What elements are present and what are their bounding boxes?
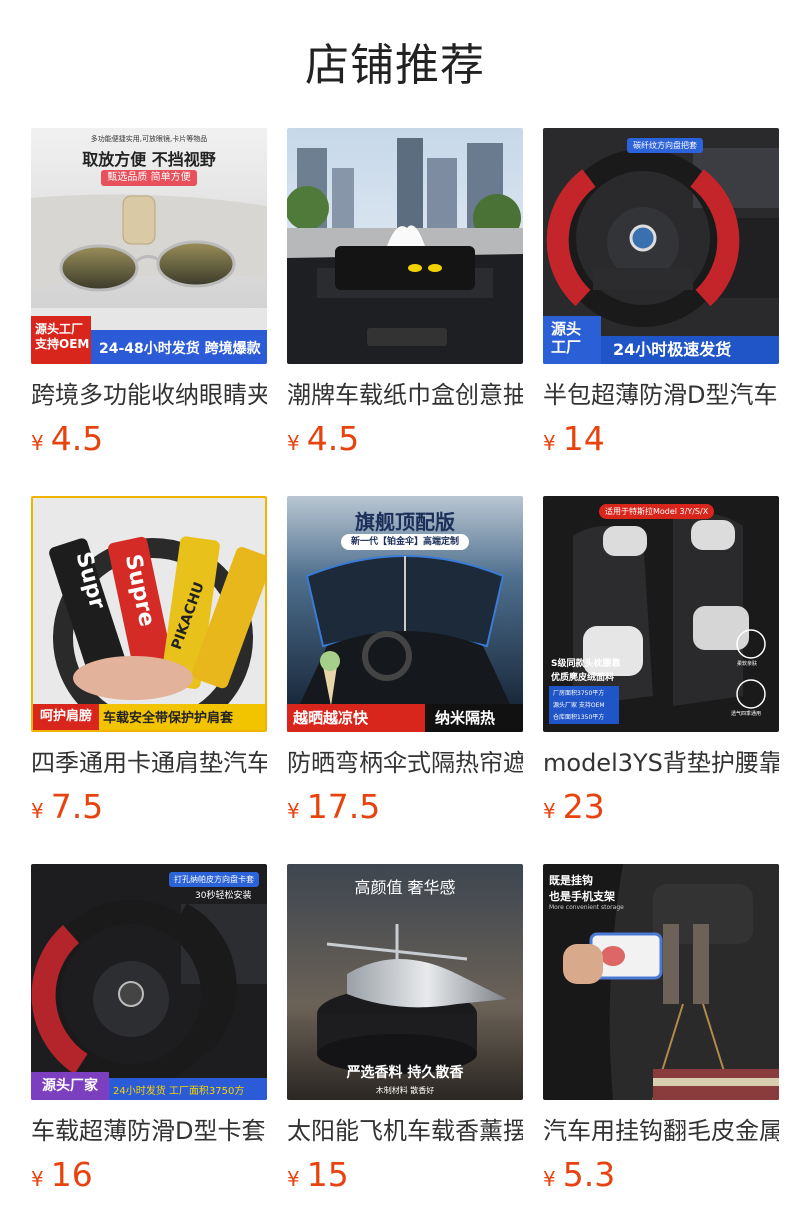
product-image[interactable]: 旗舰顶配版 新一代【铂金伞】高端定制 越晒越凉快 纳米隔热 (287, 496, 523, 732)
product-image[interactable]: 打孔纳帕皮方向盘卡套 30秒轻松安装 源头厂家 24小时发货 工厂面积3750方 (31, 864, 267, 1100)
product-price: ¥4.5 (31, 419, 267, 465)
price-value: 23 (562, 787, 605, 826)
product-name[interactable]: 半包超薄防滑D型汽车方向盘套 (543, 378, 779, 412)
product-name[interactable]: model3YS背垫护腰靠头枕 (543, 746, 779, 780)
image-subtitle: 30秒轻松安装 (195, 891, 252, 901)
product-card[interactable]: 适用于特斯拉Model 3/Y/S/X S级同款头枕腰靠 优质麂皮绒面料 厂房面… (543, 496, 779, 833)
image-headline: 取放方便 不挡视野 (82, 150, 216, 169)
product-card[interactable]: 既是挂钩 也是手机支架 More convenient storage 汽车用挂… (543, 864, 779, 1201)
product-price: ¥16 (31, 1155, 267, 1201)
image-headline: 高颜值 奢华感 (354, 878, 456, 897)
product-price: ¥5.3 (543, 1155, 779, 1201)
image-band-text: 24小时发货 工厂面积3750方 (113, 1086, 245, 1097)
price-value: 15 (306, 1155, 349, 1194)
product-image[interactable]: 碳纤纹方向盘把套 源头 工厂 24小时极速发货 (543, 128, 779, 364)
image-band-text: 24小时极速发货 (613, 340, 732, 359)
price-value: 14 (562, 419, 605, 458)
product-card[interactable]: 高颜值 奢华感 严选香料 持久散香 木制材料 散香好 太阳能飞机车载香薰摆件 ¥… (287, 864, 523, 1201)
image-headline: 既是挂钩 (549, 874, 593, 887)
currency-symbol: ¥ (31, 431, 44, 455)
product-price: ¥14 (543, 419, 779, 465)
cotton-icon: 柔软亲肤 (737, 661, 758, 667)
currency-symbol: ¥ (31, 799, 44, 823)
info-line: 厂房面积3750平方 (553, 690, 605, 697)
image-pill: 打孔纳帕皮方向盘卡套 (169, 872, 259, 887)
currency-symbol: ¥ (287, 1167, 300, 1191)
currency-symbol: ¥ (287, 799, 300, 823)
image-badge: 源头 工厂 (543, 316, 601, 364)
product-card[interactable]: 打孔纳帕皮方向盘卡套 30秒轻松安装 源头厂家 24小时发货 工厂面积3750方… (31, 864, 267, 1201)
image-badge: 源头厂家 (31, 1072, 109, 1100)
currency-symbol: ¥ (31, 1167, 44, 1191)
page-title: 店铺推荐 (305, 40, 485, 91)
image-pill: 新一代【铂金伞】高端定制 (341, 534, 469, 550)
image-band-text: 车载安全带保护护肩套 (103, 711, 234, 726)
product-card[interactable]: 旗舰顶配版 新一代【铂金伞】高端定制 越晒越凉快 纳米隔热 防晒弯柄伞式隔热帘遮… (287, 496, 523, 833)
price-value: 17.5 (306, 787, 381, 826)
price-value: 4.5 (306, 419, 360, 458)
image-line: 优质麂皮绒面料 (551, 673, 615, 683)
product-image[interactable]: Supr Supre PIKACHU 呵护肩膀 车载安全带保护护肩套 (31, 496, 267, 732)
product-name[interactable]: 四季通用卡通肩垫汽车安全带护肩套 (31, 746, 267, 780)
image-band-right: 纳米隔热 (435, 709, 496, 727)
product-card[interactable]: 潮牌车载纸巾盒创意抽纸盒 ¥4.5 (287, 128, 523, 465)
currency-symbol: ¥ (543, 1167, 556, 1191)
image-line: S级同款头枕腰靠 (551, 659, 621, 669)
product-name[interactable]: 车载超薄防滑D型卡套方向盘套 (31, 1114, 267, 1148)
image-subtitle: More convenient storage (549, 904, 624, 911)
image-badge: 源头工厂 支持OEM (31, 316, 91, 364)
product-price: ¥17.5 (287, 787, 523, 833)
product-price: ¥7.5 (31, 787, 267, 833)
price-value: 4.5 (50, 419, 104, 458)
image-headline: 也是手机支架 (549, 890, 615, 903)
image-pill: 甄选品质 简单方便 (101, 170, 197, 186)
image-headline: 旗舰顶配版 (355, 510, 455, 534)
product-name[interactable]: 防晒弯柄伞式隔热帘遮阳伞 (287, 746, 523, 780)
breathable-icon: 透气四季通用 (731, 711, 762, 717)
product-name[interactable]: 跨境多功能收纳眼睛夹 (31, 378, 267, 412)
product-name[interactable]: 汽车用挂钩翻毛皮金属椅背挂钩 (543, 1114, 779, 1148)
image-caption: 多功能便捷实用,可放眼镜,卡片等物品 (90, 135, 208, 143)
image-subtitle: 木制材料 散香好 (375, 1086, 435, 1095)
product-price: ¥4.5 (287, 419, 523, 465)
image-pill: 碳纤纹方向盘把套 (627, 138, 703, 153)
product-card[interactable]: 多功能便捷实用,可放眼镜,卡片等物品 取放方便 不挡视野 甄选品质 简单方便 源… (31, 128, 267, 465)
info-line: 源头厂家 支持OEM (553, 702, 605, 709)
product-price: ¥15 (287, 1155, 523, 1201)
product-image[interactable]: 多功能便捷实用,可放眼镜,卡片等物品 取放方便 不挡视野 甄选品质 简单方便 源… (31, 128, 267, 364)
currency-symbol: ¥ (543, 431, 556, 455)
image-band-left: 越晒越凉快 (287, 704, 425, 732)
image-badge: 呵护肩膀 (33, 704, 99, 730)
product-image[interactable]: 适用于特斯拉Model 3/Y/S/X S级同款头枕腰靠 优质麂皮绒面料 厂房面… (543, 496, 779, 732)
product-image[interactable]: 既是挂钩 也是手机支架 More convenient storage (543, 864, 779, 1100)
product-card[interactable]: 碳纤纹方向盘把套 源头 工厂 24小时极速发货 半包超薄防滑D型汽车方向盘套 ¥… (543, 128, 779, 465)
currency-symbol: ¥ (287, 431, 300, 455)
product-price: ¥23 (543, 787, 779, 833)
product-card[interactable]: Supr Supre PIKACHU 呵护肩膀 车载安全带保护护肩套 四季通用卡… (31, 496, 267, 833)
image-band-text: 严选香料 持久散香 (346, 1065, 464, 1081)
product-name[interactable]: 太阳能飞机车载香薰摆件 (287, 1114, 523, 1148)
currency-symbol: ¥ (543, 799, 556, 823)
price-value: 7.5 (50, 787, 104, 826)
product-name[interactable]: 潮牌车载纸巾盒创意抽纸盒 (287, 378, 523, 412)
price-value: 5.3 (562, 1155, 616, 1194)
info-line: 仓库面积1350平方 (553, 714, 605, 721)
price-value: 16 (50, 1155, 93, 1194)
image-pill: 适用于特斯拉Model 3/Y/S/X (599, 504, 715, 519)
product-image[interactable] (287, 128, 523, 364)
image-band-text: 24-48小时发货 跨境爆款 (99, 341, 261, 357)
product-image[interactable]: 高颜值 奢华感 严选香料 持久散香 木制材料 散香好 (287, 864, 523, 1100)
